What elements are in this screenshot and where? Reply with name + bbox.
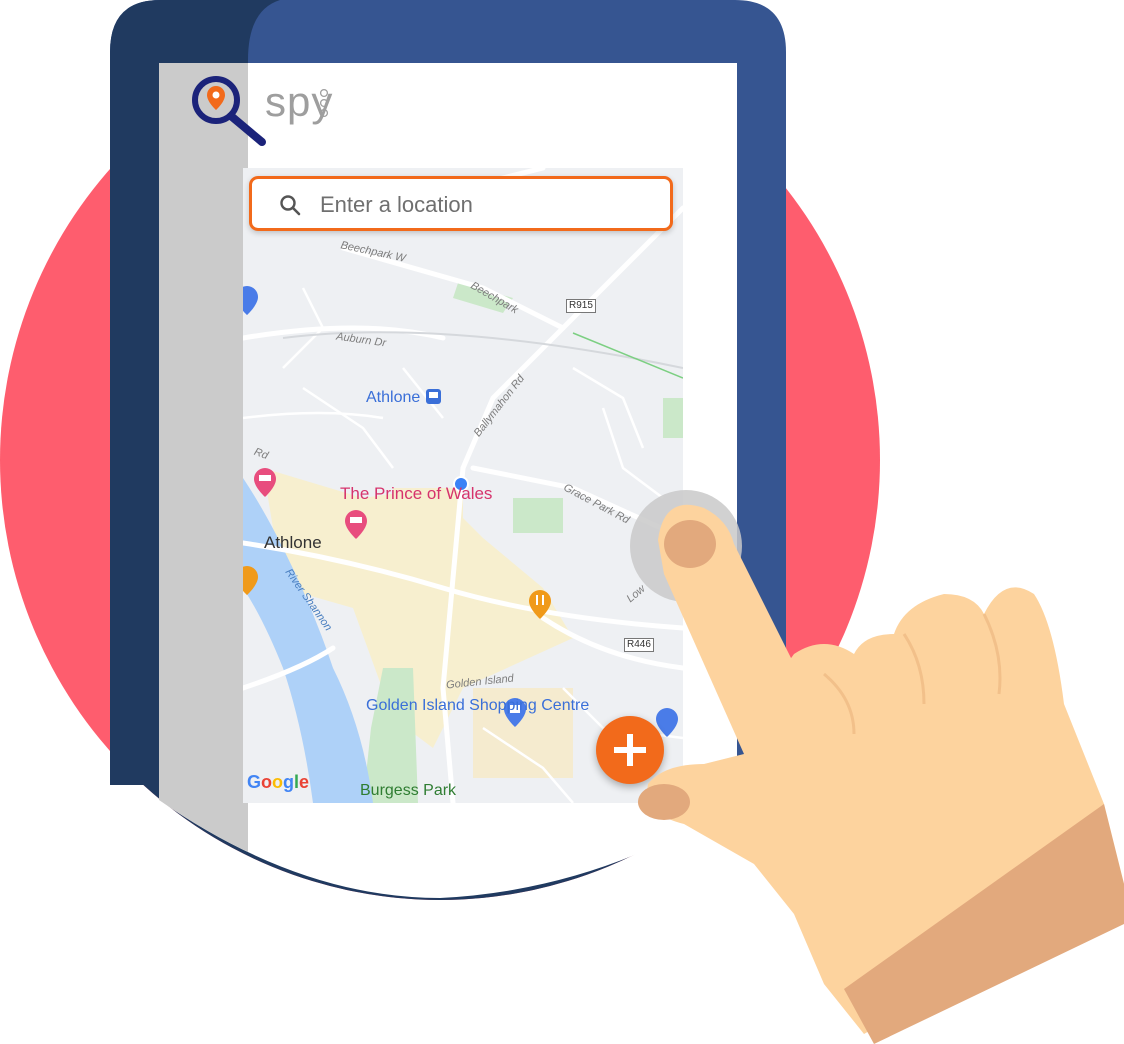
scene: spy Beechpark W Beechpark Auburn Dr Ball… xyxy=(0,0,1124,1044)
google-attribution: Google xyxy=(247,772,310,792)
park-label: Burgess Park xyxy=(360,782,457,799)
road-shield-r915: R915 xyxy=(566,299,596,313)
pointing-hand-illustration xyxy=(638,504,1124,1044)
location-search-bar[interactable] xyxy=(249,176,673,231)
brand-dots-icon xyxy=(319,88,329,118)
train-station-icon xyxy=(426,389,441,404)
station-label: Athlone xyxy=(366,389,421,406)
search-icon xyxy=(280,195,301,216)
hotel-label: The Prince of Wales xyxy=(340,484,493,503)
location-search-input[interactable] xyxy=(318,187,662,223)
location-magnifier-icon xyxy=(192,76,266,146)
town-label: Athlone xyxy=(264,533,322,552)
shopping-centre-label: Golden Island Shopping Centre xyxy=(366,697,590,714)
